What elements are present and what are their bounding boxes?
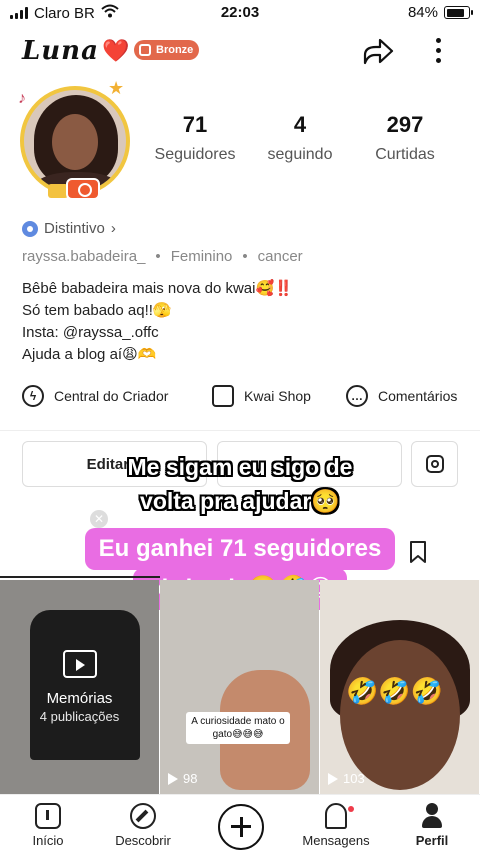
lightning-icon: ϟ bbox=[22, 385, 44, 407]
handle: rayssa.babadeira_ bbox=[22, 248, 146, 265]
separator-dot: • bbox=[242, 248, 248, 265]
chevron-right-icon: › bbox=[110, 220, 116, 237]
stat-label: Seguidores bbox=[154, 146, 236, 163]
stat-followers[interactable]: 71 Seguidores bbox=[145, 112, 245, 164]
comments-button[interactable]: … Comentários bbox=[346, 385, 457, 407]
close-icon[interactable]: ✕ bbox=[90, 510, 108, 528]
caption-line: Eu ganhei 71 seguidores bbox=[84, 528, 396, 570]
stat-label: seguindo bbox=[267, 146, 333, 163]
bio-line: Bêbê babadeira mais nova do kwai🥰‼️ bbox=[22, 280, 293, 297]
bio: Bêbê babadeira mais nova do kwai🥰‼️ Só t… bbox=[22, 278, 293, 366]
bell-icon bbox=[325, 803, 347, 829]
caption-line: Me sigam eu sigo de bbox=[127, 454, 353, 480]
bio-line: Só tem babado aq!!🫣 bbox=[22, 302, 172, 319]
nav-discover[interactable]: Descobrir bbox=[98, 803, 188, 848]
video-tile[interactable]: A curiosidade mato o gato😅😅😅 98 bbox=[160, 580, 319, 794]
creator-center-label: Central do Criador bbox=[54, 388, 169, 404]
active-tab-indicator bbox=[0, 576, 160, 578]
status-right: 84% bbox=[407, 4, 473, 21]
avatar-frame[interactable]: ♪ ★ bbox=[12, 78, 137, 203]
status-bar: Claro BR 22:03 84% bbox=[0, 0, 480, 26]
badge-icon bbox=[22, 220, 38, 237]
zodiac-sign: cancer bbox=[257, 248, 303, 265]
nav-label: Mensagens bbox=[302, 833, 370, 848]
separator-dot: • bbox=[155, 248, 161, 265]
memories-icon bbox=[62, 650, 97, 678]
distintivo-link[interactable]: Distintivo › bbox=[22, 220, 116, 237]
create-post-button[interactable] bbox=[218, 804, 264, 850]
video-caption: A curiosidade mato o gato😅😅😅 bbox=[186, 712, 290, 744]
comments-label: Comentários bbox=[378, 388, 458, 404]
nav-profile[interactable]: Perfil bbox=[387, 803, 477, 848]
stat-value: 71 bbox=[182, 112, 208, 137]
memories-tile[interactable]: Memórias 4 publicações bbox=[0, 580, 159, 794]
music-note-icon: ♪ bbox=[18, 90, 26, 107]
share-button[interactable] bbox=[360, 34, 396, 70]
more-options-button[interactable] bbox=[428, 34, 448, 70]
nav-label: Início bbox=[32, 833, 64, 848]
divider bbox=[0, 430, 480, 431]
share-icon bbox=[363, 38, 394, 65]
battery-icon bbox=[444, 6, 473, 19]
stat-value: 297 bbox=[386, 112, 424, 137]
profile-header: Luna ❤️ Bronze bbox=[0, 30, 480, 74]
stat-label: Curtidas bbox=[375, 146, 435, 163]
stat-likes[interactable]: 297 Curtidas bbox=[355, 112, 455, 164]
bookmark-icon bbox=[410, 541, 426, 563]
play-icon bbox=[168, 772, 178, 785]
notification-dot bbox=[348, 806, 354, 812]
bio-line: Ajuda a blog aí😩🫶 bbox=[22, 346, 157, 363]
distintivo-label: Distintivo bbox=[44, 220, 105, 237]
view-count-value: 98 bbox=[183, 771, 198, 786]
video-tile[interactable]: 🤣🤣🤣 103 bbox=[320, 580, 479, 794]
view-count: 103 bbox=[328, 771, 365, 786]
nav-label: Descobrir bbox=[115, 833, 171, 848]
shopping-bag-icon bbox=[212, 385, 234, 407]
battery-percent: 84% bbox=[407, 4, 438, 21]
stat-value: 4 bbox=[293, 112, 307, 137]
nav-home[interactable]: Início bbox=[3, 803, 93, 848]
shortcuts-row: ϟ Central do Criador Kwai Shop … Comentá… bbox=[0, 385, 480, 419]
view-count-value: 103 bbox=[343, 771, 365, 786]
profile-meta: rayssa.babadeira_ • Feminino • cancer bbox=[22, 248, 303, 265]
profile-name: Luna bbox=[22, 36, 99, 66]
play-decoration-icon bbox=[48, 184, 68, 198]
video-emojis: 🤣🤣🤣 bbox=[346, 676, 444, 706]
heart-icon: ❤️ bbox=[102, 38, 130, 63]
nav-label: Perfil bbox=[415, 833, 449, 848]
gender: Feminino bbox=[170, 248, 233, 265]
overlay-caption-top: Me sigam eu sigo de volta pra ajudar🥺 bbox=[0, 450, 480, 518]
view-count: 98 bbox=[168, 771, 197, 786]
creator-center-button[interactable]: ϟ Central do Criador bbox=[22, 385, 168, 407]
person-icon bbox=[419, 803, 445, 829]
compass-icon bbox=[130, 803, 156, 829]
star-icon: ★ bbox=[108, 78, 125, 98]
play-icon bbox=[328, 772, 338, 785]
kwai-shop-button[interactable]: Kwai Shop bbox=[212, 385, 311, 407]
stat-following[interactable]: 4 seguindo bbox=[250, 112, 350, 164]
camera-icon bbox=[66, 178, 100, 200]
bookmark-tab[interactable] bbox=[408, 540, 428, 564]
kwai-shop-label: Kwai Shop bbox=[244, 388, 311, 404]
bio-line: Insta: @rayssa_.offc bbox=[22, 324, 159, 341]
nav-messages[interactable]: Mensagens bbox=[291, 803, 381, 848]
home-icon bbox=[35, 803, 61, 829]
memories-count: 4 publicações bbox=[39, 709, 120, 724]
memories-title: Memórias bbox=[46, 690, 113, 707]
caption-line: volta pra ajudar🥺 bbox=[140, 488, 340, 514]
comment-icon: … bbox=[346, 385, 368, 407]
level-badge[interactable]: Bronze bbox=[134, 40, 200, 60]
